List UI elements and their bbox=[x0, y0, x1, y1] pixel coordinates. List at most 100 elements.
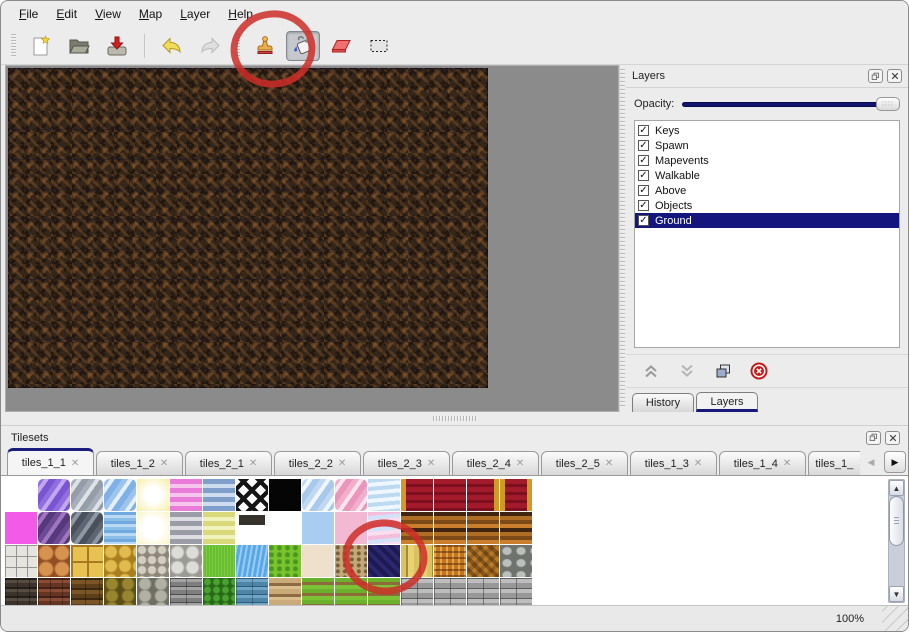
tileset-tab[interactable]: tiles_2_1 ✕ bbox=[185, 451, 272, 475]
tile[interactable] bbox=[335, 578, 367, 605]
close-tab-icon[interactable]: ✕ bbox=[338, 458, 346, 469]
menu-item[interactable]: Layer bbox=[172, 4, 218, 24]
layer-visibility-checkbox[interactable]: ✓ bbox=[638, 170, 649, 181]
tile[interactable] bbox=[137, 479, 169, 511]
close-tab-icon[interactable]: ✕ bbox=[783, 458, 791, 469]
tile[interactable] bbox=[71, 545, 103, 577]
scroll-down-icon[interactable]: ▼ bbox=[889, 586, 904, 602]
tile[interactable] bbox=[236, 512, 268, 544]
tile[interactable] bbox=[500, 545, 532, 577]
toolbar-grip[interactable] bbox=[235, 34, 240, 58]
close-panel-button[interactable] bbox=[885, 431, 900, 445]
layer-visibility-checkbox[interactable]: ✓ bbox=[638, 140, 649, 151]
menu-item[interactable]: Edit bbox=[48, 4, 85, 24]
layer-row[interactable]: ✓ Mapevents bbox=[635, 153, 899, 168]
scroll-tabs-left-button[interactable]: ◀ bbox=[860, 451, 882, 473]
tile[interactable] bbox=[467, 479, 499, 511]
tile[interactable] bbox=[401, 512, 433, 544]
tile[interactable] bbox=[38, 545, 70, 577]
close-panel-button[interactable] bbox=[887, 69, 902, 83]
tile[interactable] bbox=[500, 479, 532, 511]
tile[interactable] bbox=[269, 545, 301, 577]
layer-row[interactable]: ✓ Ground bbox=[635, 213, 899, 228]
layer-row[interactable]: ✓ Above bbox=[635, 183, 899, 198]
move-layer-down-button[interactable] bbox=[676, 361, 698, 381]
undo-button[interactable] bbox=[155, 31, 189, 61]
tile[interactable] bbox=[203, 512, 235, 544]
fill-tool-button[interactable] bbox=[286, 31, 320, 61]
tile[interactable] bbox=[38, 479, 70, 511]
tile[interactable] bbox=[269, 578, 301, 605]
horizontal-splitter[interactable] bbox=[1, 412, 908, 425]
tile[interactable] bbox=[170, 578, 202, 605]
tile[interactable] bbox=[71, 512, 103, 544]
close-tab-icon[interactable]: ✕ bbox=[694, 458, 702, 469]
tileset-tab[interactable]: tiles_1_4 ✕ bbox=[719, 451, 806, 475]
tileset-tab[interactable]: tiles_2_4 ✕ bbox=[452, 451, 539, 475]
tile[interactable] bbox=[434, 479, 466, 511]
layer-row[interactable]: ✓ Walkable bbox=[635, 168, 899, 183]
tile[interactable] bbox=[236, 545, 268, 577]
tile[interactable] bbox=[467, 512, 499, 544]
tileset-tab[interactable]: tiles_2_5 ✕ bbox=[541, 451, 628, 475]
menu-item[interactable]: File bbox=[11, 4, 46, 24]
tileset-tab[interactable]: tiles_1_1 ✕ bbox=[7, 448, 94, 475]
dock-drag-handle[interactable] bbox=[620, 69, 625, 408]
redo-button[interactable] bbox=[193, 31, 227, 61]
duplicate-layer-button[interactable] bbox=[712, 361, 734, 381]
dock-tab[interactable]: History bbox=[632, 393, 694, 412]
tile[interactable] bbox=[401, 545, 433, 577]
open-button[interactable] bbox=[62, 31, 96, 61]
tile[interactable] bbox=[137, 578, 169, 605]
tile[interactable] bbox=[269, 512, 301, 544]
window-resize-grip[interactable] bbox=[882, 605, 908, 631]
scrollbar-thumb[interactable] bbox=[889, 496, 904, 546]
tileset-tab[interactable]: tiles_1_2 ✕ bbox=[96, 451, 183, 475]
tile[interactable] bbox=[104, 578, 136, 605]
close-tab-icon[interactable]: ✕ bbox=[249, 458, 257, 469]
tile[interactable] bbox=[302, 479, 334, 511]
tile[interactable] bbox=[335, 479, 367, 511]
tile[interactable] bbox=[71, 479, 103, 511]
tile[interactable] bbox=[434, 512, 466, 544]
tile[interactable] bbox=[104, 512, 136, 544]
close-tab-icon[interactable]: ✕ bbox=[516, 458, 524, 469]
tileset-tab[interactable]: tiles_1_3 ✕ bbox=[630, 451, 717, 475]
layer-visibility-checkbox[interactable]: ✓ bbox=[638, 200, 649, 211]
float-panel-button[interactable] bbox=[868, 69, 883, 83]
tile[interactable] bbox=[500, 578, 532, 605]
layer-visibility-checkbox[interactable]: ✓ bbox=[638, 215, 649, 226]
scroll-tabs-right-button[interactable]: ▶ bbox=[884, 451, 906, 473]
tile[interactable] bbox=[5, 545, 37, 577]
layer-visibility-checkbox[interactable]: ✓ bbox=[638, 185, 649, 196]
scrollbar-track[interactable] bbox=[889, 496, 904, 586]
map-canvas[interactable] bbox=[8, 68, 488, 388]
tile[interactable] bbox=[335, 545, 367, 577]
tile[interactable] bbox=[368, 479, 400, 511]
tile[interactable] bbox=[368, 545, 400, 577]
tile[interactable] bbox=[368, 512, 400, 544]
tile[interactable] bbox=[170, 545, 202, 577]
tile[interactable] bbox=[467, 545, 499, 577]
tile[interactable] bbox=[71, 578, 103, 605]
tile[interactable] bbox=[302, 545, 334, 577]
tile[interactable] bbox=[203, 479, 235, 511]
tileset-tab[interactable]: tiles_2_3 ✕ bbox=[363, 451, 450, 475]
tile[interactable] bbox=[302, 578, 334, 605]
tile[interactable] bbox=[137, 545, 169, 577]
tile[interactable] bbox=[368, 578, 400, 605]
opacity-slider[interactable] bbox=[682, 96, 900, 112]
new-file-button[interactable] bbox=[24, 31, 58, 61]
tile[interactable] bbox=[401, 578, 433, 605]
close-tab-icon[interactable]: ✕ bbox=[160, 458, 168, 469]
tile[interactable] bbox=[500, 512, 532, 544]
tile[interactable] bbox=[5, 479, 37, 511]
tile[interactable] bbox=[335, 512, 367, 544]
tile[interactable] bbox=[5, 512, 37, 544]
scroll-up-icon[interactable]: ▲ bbox=[889, 480, 904, 496]
tileset-tab[interactable]: tiles_2_2 ✕ bbox=[274, 451, 361, 475]
tile[interactable] bbox=[236, 479, 268, 511]
tile[interactable] bbox=[203, 545, 235, 577]
layer-visibility-checkbox[interactable]: ✓ bbox=[638, 155, 649, 166]
rect-select-tool-button[interactable] bbox=[362, 31, 396, 61]
